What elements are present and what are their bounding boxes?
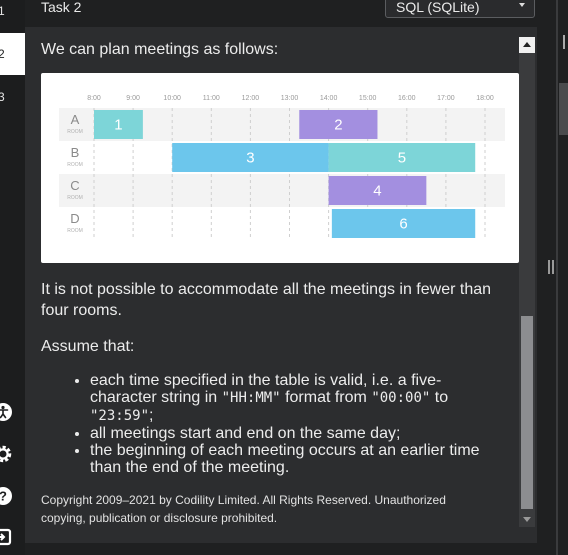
language-select[interactable]: SQL (SQLite) xyxy=(385,0,535,18)
task-description-panel: We can plan meetings as follows: 8:00 9:0… xyxy=(25,27,537,543)
accessibility-icon[interactable] xyxy=(0,402,13,422)
meeting-label: 3 xyxy=(246,150,254,167)
meeting-label: 1 xyxy=(114,117,122,134)
code-format: "HH:MM" xyxy=(221,390,281,406)
copyright-text: Copyright 2009–2021 by Codility Limited.… xyxy=(41,493,446,525)
panel-scrollbar[interactable] xyxy=(519,37,535,527)
list-item: the beginning of each meeting occurs at … xyxy=(90,442,500,476)
room-letter: D xyxy=(70,211,79,226)
task-tab-2[interactable]: 2 xyxy=(0,33,25,75)
meeting-label: 4 xyxy=(373,183,381,200)
scroll-thumb[interactable] xyxy=(521,316,533,509)
room-sublabel: ROOM xyxy=(67,195,83,201)
scroll-up-button[interactable] xyxy=(519,37,535,53)
time-tick-label: 15:00 xyxy=(359,95,377,102)
assumption-text: format from xyxy=(280,389,372,406)
task-tab-3[interactable]: 3 xyxy=(0,88,25,104)
split-drag-handle[interactable] xyxy=(548,260,554,274)
time-tick-label: 10:00 xyxy=(163,95,181,102)
meeting-label: 6 xyxy=(399,216,407,233)
time-tick-label: 18:00 xyxy=(476,95,494,102)
assumption-list: each time specified in the table is vali… xyxy=(41,372,500,476)
room-letter: A xyxy=(71,112,80,127)
task-tab-1[interactable]: 1 xyxy=(0,2,25,18)
help-icon[interactable]: ? xyxy=(0,486,13,506)
gutter-marker xyxy=(559,83,568,135)
panel-footer-strip xyxy=(25,543,537,555)
chevron-down-icon xyxy=(519,3,525,7)
scroll-down-button[interactable] xyxy=(519,511,535,527)
task-tab-label: 2 xyxy=(0,47,5,61)
assumption-text: ; xyxy=(149,407,154,424)
time-tick-label: 11:00 xyxy=(203,95,220,102)
time-tick-label: 17:00 xyxy=(437,95,455,102)
time-tick-label: 16:00 xyxy=(398,95,416,102)
meeting-label: 2 xyxy=(334,117,342,134)
language-select-value: SQL (SQLite) xyxy=(396,0,480,15)
room-sublabel: ROOM xyxy=(67,162,83,168)
code-from: "00:00" xyxy=(371,390,431,406)
room-letter: C xyxy=(70,178,79,193)
room-sublabel: ROOM xyxy=(67,129,83,135)
time-tick-label: 9:00 xyxy=(126,95,140,102)
assume-heading: Assume that: xyxy=(41,338,135,355)
list-item: each time specified in the table is vali… xyxy=(90,372,500,425)
task-title: Task 2 xyxy=(41,0,82,15)
room-row xyxy=(59,174,505,207)
not-possible-text: It is not possible to accommodate all th… xyxy=(41,281,492,319)
time-tick-label: 8:00 xyxy=(87,95,101,102)
exit-icon[interactable] xyxy=(0,527,13,547)
svg-text:?: ? xyxy=(0,489,7,504)
intro-text: We can plan meetings as follows: xyxy=(41,41,279,58)
time-tick-label: 14:00 xyxy=(320,95,338,102)
meeting-label: 5 xyxy=(398,150,406,167)
settings-icon[interactable] xyxy=(0,444,13,464)
gutter-tick xyxy=(563,35,568,49)
gutter-divider xyxy=(556,0,558,555)
list-item: all meetings start and end on the same d… xyxy=(90,425,500,442)
meeting-schedule-figure: 8:00 9:00 10:00 11:00 12:00 13:00 14:00 15:00 16… xyxy=(41,73,519,263)
task-rail: 1 2 3 ? xyxy=(0,0,25,555)
task-tab-label: 1 xyxy=(0,4,5,18)
code-to: "23:59" xyxy=(90,408,150,424)
room-sublabel: ROOM xyxy=(67,228,83,234)
assumption-text: to xyxy=(430,389,449,406)
meeting-schedule-svg: 8:00 9:00 10:00 11:00 12:00 13:00 14:00 15:00 16… xyxy=(59,95,505,240)
time-tick-label: 12:00 xyxy=(242,95,260,102)
room-letter: B xyxy=(71,145,80,160)
time-tick-label: 13:00 xyxy=(281,95,299,102)
task-tab-label: 3 xyxy=(0,90,5,104)
